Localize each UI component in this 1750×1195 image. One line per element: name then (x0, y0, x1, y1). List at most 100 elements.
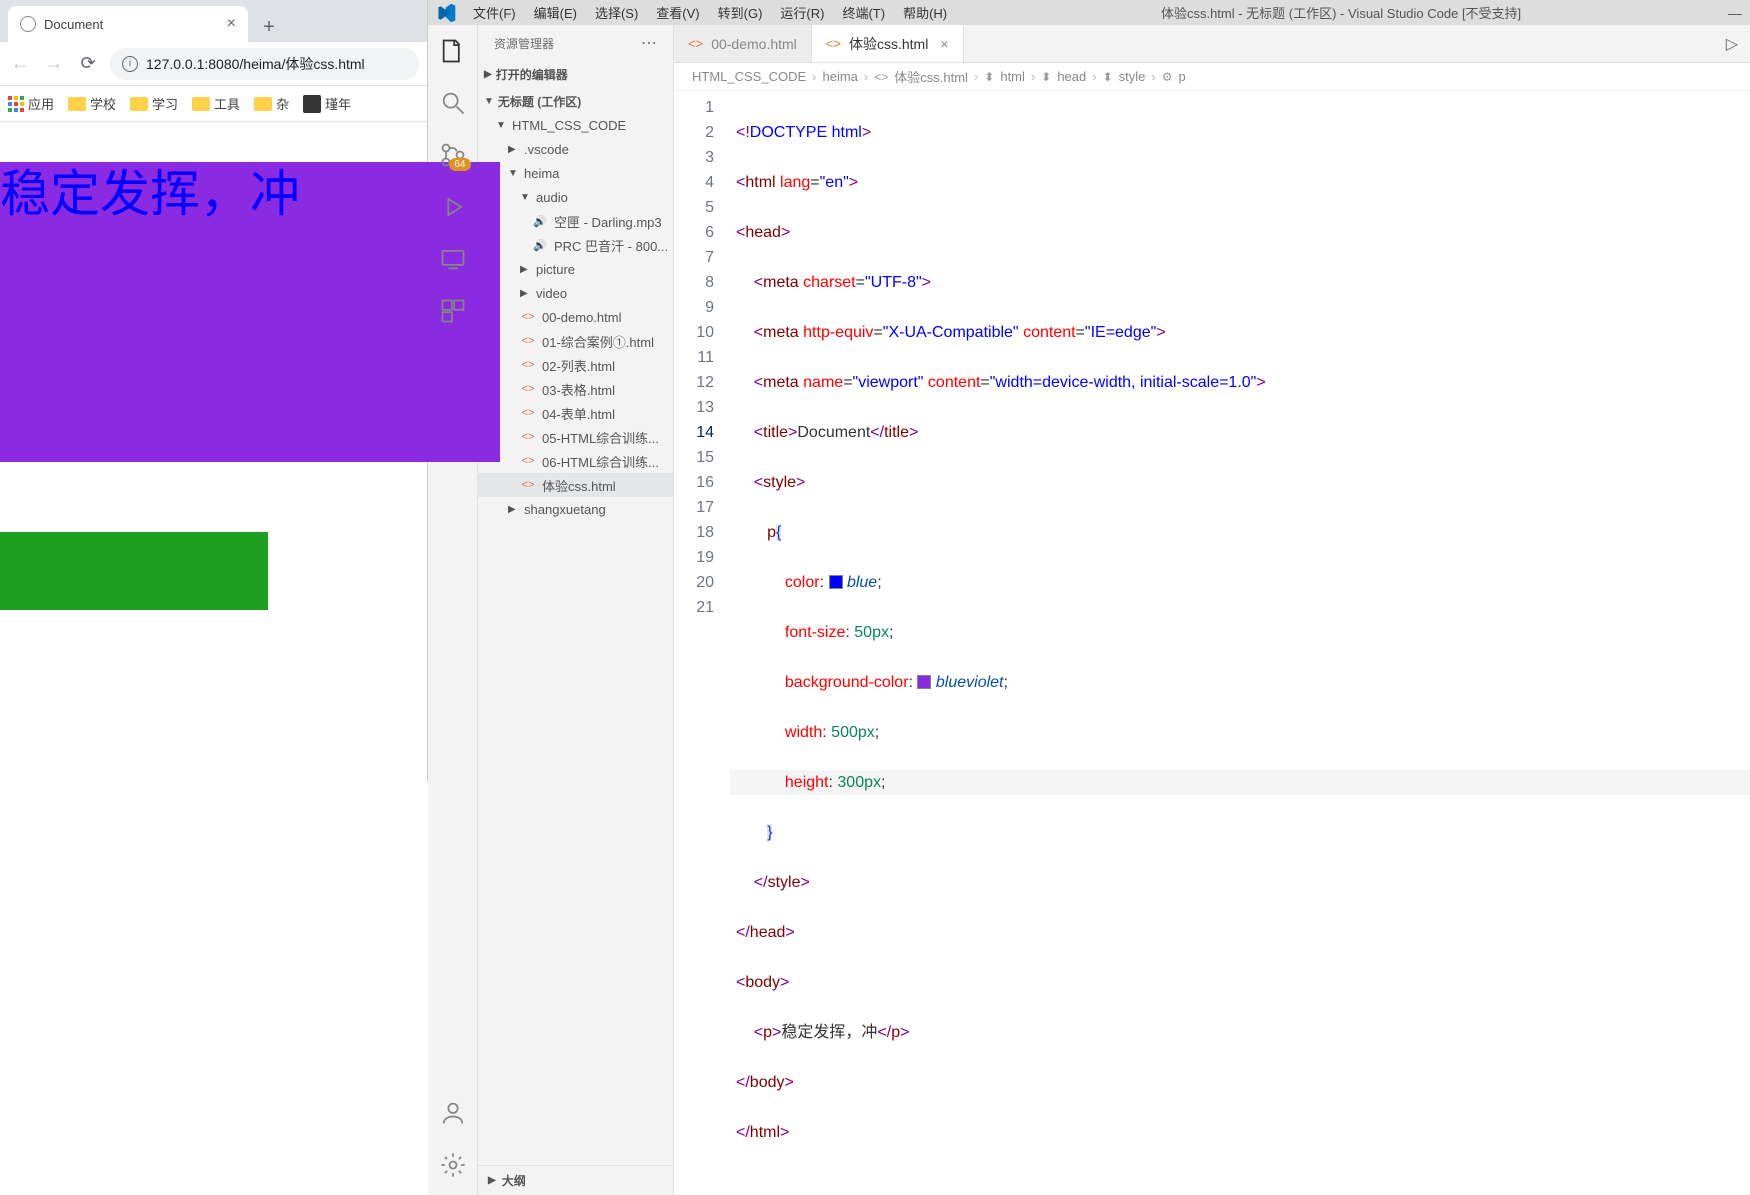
editor-area: <> 00-demo.html <> 体验css.html × ▷ HTML_C… (674, 25, 1750, 1195)
close-icon[interactable]: × (940, 36, 948, 52)
line-numbers: 1 2 3 4 5 6 7 8 9 10 11 12 13 14 15 16 1 (674, 91, 730, 1195)
new-tab-button[interactable]: + (254, 12, 284, 42)
tree-file[interactable]: <>02-列表.html (478, 353, 673, 377)
bookmark-item[interactable]: 瑾年 (303, 94, 351, 113)
tree-file[interactable]: 🔊空匣 - Darling.mp3 (478, 209, 673, 233)
outline-section[interactable]: ▶大纲 (478, 1165, 673, 1195)
window-title: 体验css.html - 无标题 (工作区) - Visual Studio C… (954, 3, 1728, 22)
extensions-icon[interactable] (439, 297, 467, 325)
explorer-sidebar: 资源管理器 ⋯ ▶打开的编辑器 ▼无标题 (工作区) ▼HTML_CSS_COD… (478, 25, 674, 1195)
html-icon: <> (520, 357, 536, 373)
close-icon[interactable]: × (227, 15, 236, 33)
minimize-button[interactable]: — (1728, 5, 1742, 21)
tab-actions: ▷ (1714, 25, 1750, 62)
tree-folder[interactable]: ▶.vscode (478, 137, 673, 161)
chrome-tab-title: Document (44, 17, 103, 32)
breadcrumb[interactable]: HTML_CSS_CODE› heima› <>体验css.html› ⬍htm… (674, 63, 1750, 91)
menu-help[interactable]: 帮助(H) (896, 0, 954, 25)
url-text: 127.0.0.1:8080/heima/体验css.html (146, 54, 365, 74)
tree-file[interactable]: <>00-demo.html (478, 305, 673, 329)
folder-icon (130, 97, 148, 111)
tree-folder[interactable]: ▼audio (478, 185, 673, 209)
menu-bar: 文件(F) 编辑(E) 选择(S) 查看(V) 转到(G) 运行(R) 终端(T… (466, 0, 954, 25)
html-icon: <> (520, 381, 536, 397)
tree-folder-root[interactable]: ▼HTML_CSS_CODE (478, 113, 673, 137)
reload-button[interactable]: ⟳ (76, 52, 100, 76)
vscode-titlebar: 文件(F) 编辑(E) 选择(S) 查看(V) 转到(G) 运行(R) 终端(T… (428, 0, 1750, 25)
apps-shortcut[interactable]: 应用 (8, 94, 54, 113)
chrome-tabstrip: Document × + (0, 0, 427, 42)
chrome-toolbar: ← → ⟳ i 127.0.0.1:8080/heima/体验css.html (0, 42, 427, 86)
html-icon: <> (520, 453, 536, 469)
editor-tab[interactable]: <> 00-demo.html (674, 25, 812, 62)
tree-file-active[interactable]: <>体验css.html (478, 473, 673, 497)
tree-file[interactable]: <>01-综合案例①.html (478, 329, 673, 353)
bookmark-folder[interactable]: 学校 (68, 94, 116, 113)
vscode-body: 64 资源管理器 ⋯ ▶打开的编辑器 ▼无标题 (工作区) ▼HTML_CSS_… (428, 25, 1750, 1195)
chrome-viewport: 稳定发挥，冲 (0, 122, 427, 782)
rendered-paragraph: 稳定发挥，冲 (0, 162, 500, 462)
html-icon: <> (520, 309, 536, 325)
html-icon: <> (520, 429, 536, 445)
scm-badge: 64 (449, 158, 470, 171)
tree-folder[interactable]: ▶picture (478, 257, 673, 281)
debug-icon[interactable] (439, 193, 467, 221)
code-content[interactable]: <!DOCTYPE html> <html lang="en"> <head> … (730, 91, 1750, 1195)
forward-button[interactable]: → (42, 52, 66, 76)
remote-icon[interactable] (439, 245, 467, 273)
html-icon: <> (826, 36, 841, 51)
selector-icon: ⚙ (1162, 70, 1173, 84)
back-button[interactable]: ← (8, 52, 32, 76)
vscode-window: 文件(F) 编辑(E) 选择(S) 查看(V) 转到(G) 运行(R) 终端(T… (428, 0, 1750, 782)
globe-icon (20, 16, 36, 32)
bookmark-folder[interactable]: 学习 (130, 94, 178, 113)
code-editor[interactable]: 1 2 3 4 5 6 7 8 9 10 11 12 13 14 15 16 1 (674, 91, 1750, 1195)
menu-terminal[interactable]: 终端(T) (835, 0, 892, 25)
vscode-logo-icon (436, 3, 456, 23)
site-info-icon[interactable]: i (122, 56, 138, 72)
explorer-icon[interactable] (439, 37, 467, 65)
tree-file[interactable]: <>06-HTML综合训练... (478, 449, 673, 473)
tag-icon: ⬍ (1103, 70, 1113, 84)
editor-tab-active[interactable]: <> 体验css.html × (812, 25, 964, 62)
tree-file[interactable]: <>04-表单.html (478, 401, 673, 425)
tree-file[interactable]: <>05-HTML综合训练... (478, 425, 673, 449)
menu-go[interactable]: 转到(G) (711, 0, 770, 25)
bookmarks-bar: 应用 学校 学习 工具 杂 瑾年 (0, 86, 427, 122)
tree-file[interactable]: 🔊PRC 巴音汗 - 800... (478, 233, 673, 257)
tree-folder[interactable]: ▶shangxuetang (478, 497, 673, 521)
run-icon[interactable]: ▷ (1726, 34, 1738, 54)
address-bar[interactable]: i 127.0.0.1:8080/heima/体验css.html (110, 48, 419, 80)
audio-icon: 🔊 (532, 213, 548, 229)
search-icon[interactable] (439, 89, 467, 117)
tag-icon: ⬍ (984, 70, 994, 84)
bookmark-folder[interactable]: 杂 (254, 94, 289, 113)
folder-icon (192, 97, 210, 111)
chrome-browser: Document × + ← → ⟳ i 127.0.0.1:8080/heim… (0, 0, 428, 782)
menu-file[interactable]: 文件(F) (466, 0, 523, 25)
html-icon: <> (520, 333, 536, 349)
chrome-tab[interactable]: Document × (8, 6, 248, 42)
workspace-section[interactable]: ▼无标题 (工作区) (478, 90, 673, 113)
more-actions-icon[interactable]: ⋯ (641, 33, 657, 53)
folder-icon (68, 97, 86, 111)
html-icon: <> (520, 405, 536, 421)
tree-file[interactable]: <>03-表格.html (478, 377, 673, 401)
menu-view[interactable]: 查看(V) (649, 0, 706, 25)
tree-folder[interactable]: ▶video (478, 281, 673, 305)
menu-edit[interactable]: 编辑(E) (527, 0, 584, 25)
bookmark-folder[interactable]: 工具 (192, 94, 240, 113)
settings-icon[interactable] (439, 1151, 467, 1179)
editor-tabs: <> 00-demo.html <> 体验css.html × ▷ (674, 25, 1750, 63)
tree-folder[interactable]: ▼heima (478, 161, 673, 185)
apps-icon (8, 96, 24, 112)
source-control-icon[interactable]: 64 (439, 141, 467, 169)
menu-selection[interactable]: 选择(S) (588, 0, 645, 25)
account-icon[interactable] (439, 1099, 467, 1127)
html-icon: <> (874, 70, 888, 84)
html-icon: <> (688, 36, 703, 51)
menu-run[interactable]: 运行(R) (773, 0, 831, 25)
open-editors-section[interactable]: ▶打开的编辑器 (478, 63, 673, 86)
audio-icon: 🔊 (532, 237, 548, 253)
avatar-icon (303, 95, 321, 113)
